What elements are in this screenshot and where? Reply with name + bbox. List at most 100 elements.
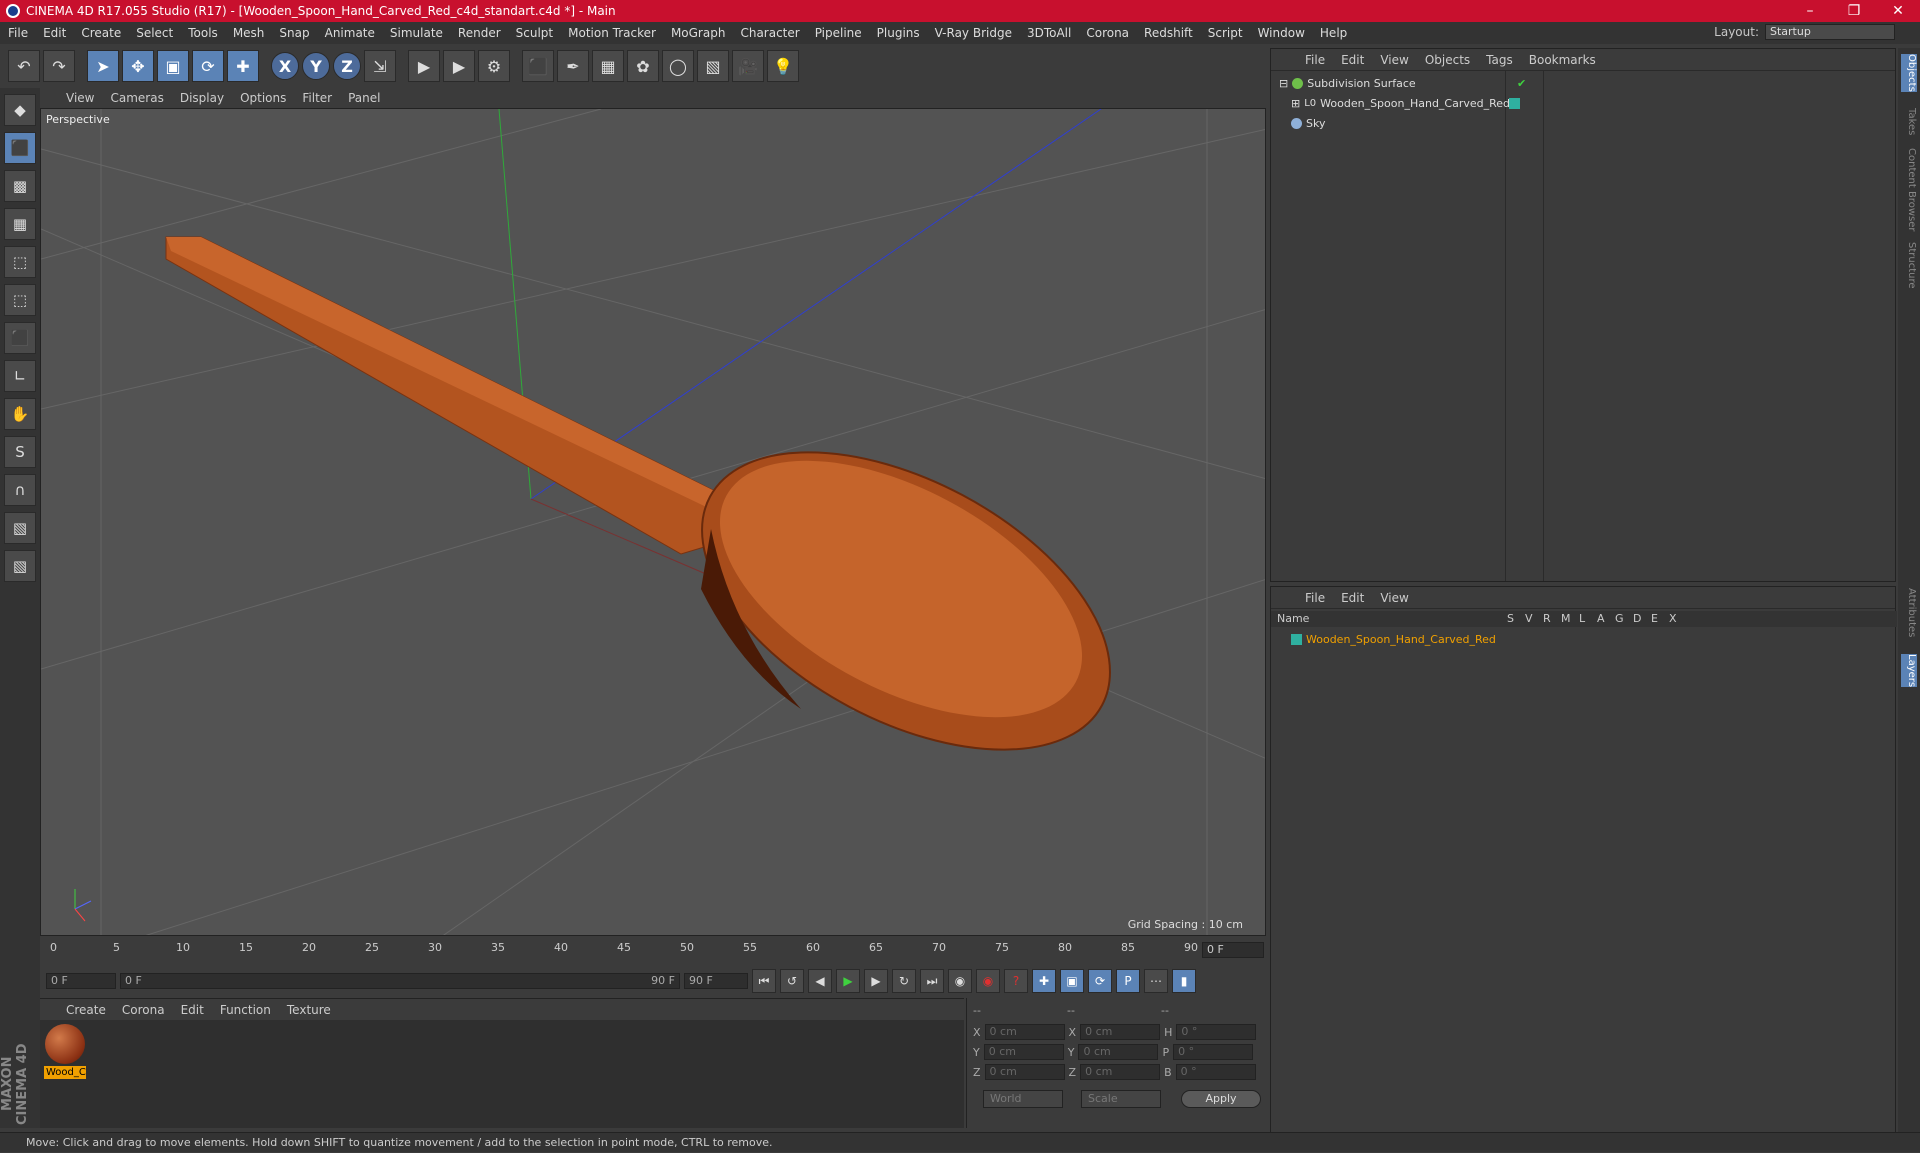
rotate-icon[interactable]: ⟳ (192, 50, 224, 82)
menu-render[interactable]: Render (458, 26, 501, 40)
previous-frame-icon[interactable]: ◀ (808, 969, 832, 993)
material-swatch[interactable]: Wood_C (44, 1024, 86, 1079)
wooden-spoon-model[interactable] (165, 236, 1158, 811)
tab-content-browser[interactable]: Content Browser (1901, 148, 1917, 231)
texture-mode-icon[interactable]: ▩ (4, 170, 36, 202)
object-row[interactable]: ⊞ L0 Wooden_Spoon_Hand_Carved_Red (1271, 93, 1897, 113)
camera-icon[interactable]: 🎥 (732, 50, 764, 82)
end-frame-field[interactable]: 90 F (684, 973, 748, 989)
menu-create[interactable]: Create (81, 26, 121, 40)
position-x-field[interactable]: 0 cm (984, 1024, 1065, 1040)
timeline-ruler[interactable]: 0 5 10 15 20 25 30 35 40 45 50 55 60 65 … (40, 938, 1266, 964)
layers-menu-view[interactable]: View (1380, 591, 1408, 605)
polygons-mode-icon[interactable]: ⬛ (4, 322, 36, 354)
axis-mode-icon[interactable]: ∟ (4, 360, 36, 392)
viewport-menu-display[interactable]: Display (180, 91, 224, 105)
subdivision-icon[interactable]: ▦ (592, 50, 624, 82)
z-axis-icon[interactable]: Z (333, 52, 361, 80)
model-mode-icon[interactable]: ⬛ (4, 132, 36, 164)
coordinate-mode-dropdown[interactable]: World (983, 1090, 1063, 1108)
perspective-viewport[interactable]: Perspective Grid Spacing : 10 cm (40, 108, 1266, 936)
size-y-field[interactable]: 0 cm (1078, 1044, 1159, 1060)
frame-range-slider[interactable]: 0 F 90 F (120, 973, 680, 989)
autokey-icon[interactable]: ◉ (976, 969, 1000, 993)
floor-icon[interactable]: ▧ (697, 50, 729, 82)
menu-script[interactable]: Script (1208, 26, 1243, 40)
x-axis-icon[interactable]: X (271, 52, 299, 80)
viewport-menu-options[interactable]: Options (240, 91, 286, 105)
size-z-field[interactable]: 0 cm (1080, 1064, 1161, 1080)
position-z-field[interactable]: 0 cm (984, 1064, 1065, 1080)
menu-file[interactable]: File (8, 26, 28, 40)
apply-button[interactable]: Apply (1181, 1090, 1261, 1108)
menu-snap[interactable]: Snap (279, 26, 309, 40)
enabled-check-icon[interactable]: ✔ (1517, 77, 1526, 90)
timeline-window-icon[interactable]: ▮ (1172, 969, 1196, 993)
coordinate-system-icon[interactable]: ⇲ (364, 50, 396, 82)
object-row[interactable]: Sky (1271, 113, 1897, 133)
select-arrow-icon[interactable]: ➤ (87, 50, 119, 82)
deformer-icon[interactable]: ◯ (662, 50, 694, 82)
scale-icon[interactable]: ▣ (157, 50, 189, 82)
y-axis-icon[interactable]: Y (302, 52, 330, 80)
menu-mograph[interactable]: MoGraph (671, 26, 726, 40)
objects-menu-bookmarks[interactable]: Bookmarks (1529, 53, 1596, 67)
menu-animate[interactable]: Animate (325, 26, 375, 40)
key-parameter-icon[interactable]: P (1116, 969, 1140, 993)
spline-pen-icon[interactable]: ✒ (557, 50, 589, 82)
menu-character[interactable]: Character (740, 26, 799, 40)
tab-objects[interactable]: Objects (1901, 54, 1917, 92)
next-key-icon[interactable]: ↻ (892, 969, 916, 993)
mograph-cloner-icon[interactable]: ✿ (627, 50, 659, 82)
light-icon[interactable]: 💡 (767, 50, 799, 82)
current-frame-field[interactable]: 0 F (1202, 942, 1264, 958)
material-menu-corona[interactable]: Corona (122, 1003, 165, 1017)
make-editable-icon[interactable]: ◆ (4, 94, 36, 126)
objects-menu-view[interactable]: View (1380, 53, 1408, 67)
play-icon[interactable]: ▶ (836, 969, 860, 993)
menu-pipeline[interactable]: Pipeline (815, 26, 862, 40)
snap-magnet-icon[interactable]: ∩ (4, 474, 36, 506)
menu-vray-bridge[interactable]: V-Ray Bridge (935, 26, 1012, 40)
layers-menu-file[interactable]: File (1305, 591, 1325, 605)
material-menu-create[interactable]: Create (66, 1003, 106, 1017)
cube-icon[interactable]: ⬛ (522, 50, 554, 82)
object-row[interactable]: ⊟ Subdivision Surface ✔ (1271, 73, 1897, 93)
tweak-mode-icon[interactable]: ✋ (4, 398, 36, 430)
viewport-menu-panel[interactable]: Panel (348, 91, 380, 105)
viewport-menu-cameras[interactable]: Cameras (110, 91, 163, 105)
position-y-field[interactable]: 0 cm (983, 1044, 1064, 1060)
redo-icon[interactable]: ↷ (43, 50, 75, 82)
menu-simulate[interactable]: Simulate (390, 26, 443, 40)
edges-mode-icon[interactable]: ⬚ (4, 284, 36, 316)
go-to-end-icon[interactable]: ⏭ (920, 969, 944, 993)
key-scale-icon[interactable]: ▣ (1060, 969, 1084, 993)
rotation-h-field[interactable]: 0 ° (1176, 1024, 1257, 1040)
material-menu-edit[interactable]: Edit (181, 1003, 204, 1017)
start-frame-field[interactable]: 0 F (46, 973, 116, 989)
layer-color-swatch[interactable] (1291, 633, 1302, 645)
render-view-icon[interactable]: ▶ (408, 50, 440, 82)
size-x-field[interactable]: 0 cm (1080, 1024, 1161, 1040)
tab-attributes[interactable]: Attributes (1901, 588, 1917, 637)
tab-structure[interactable]: Structure (1901, 242, 1917, 289)
menu-3dtoall[interactable]: 3DToAll (1027, 26, 1071, 40)
menu-window[interactable]: Window (1258, 26, 1305, 40)
menu-redshift[interactable]: Redshift (1144, 26, 1193, 40)
grid-snap-icon[interactable]: ▧ (4, 550, 36, 582)
menu-plugins[interactable]: Plugins (877, 26, 920, 40)
menu-sculpt[interactable]: Sculpt (516, 26, 553, 40)
render-settings-icon[interactable]: ⚙ (478, 50, 510, 82)
rotation-p-field[interactable]: 0 ° (1173, 1044, 1254, 1060)
menu-motion-tracker[interactable]: Motion Tracker (568, 26, 656, 40)
render-picture-viewer-icon[interactable]: ▶ (443, 50, 475, 82)
restore-icon[interactable]: ❐ (1832, 0, 1876, 22)
key-pla-icon[interactable]: ⋯ (1144, 969, 1168, 993)
workplane-icon[interactable]: ▦ (4, 208, 36, 240)
menu-edit[interactable]: Edit (43, 26, 66, 40)
key-position-icon[interactable]: ✚ (1032, 969, 1056, 993)
go-to-start-icon[interactable]: ⏮ (752, 969, 776, 993)
viewport-menu-view[interactable]: View (66, 91, 94, 105)
menu-mesh[interactable]: Mesh (233, 26, 265, 40)
minimize-icon[interactable]: – (1788, 0, 1832, 22)
